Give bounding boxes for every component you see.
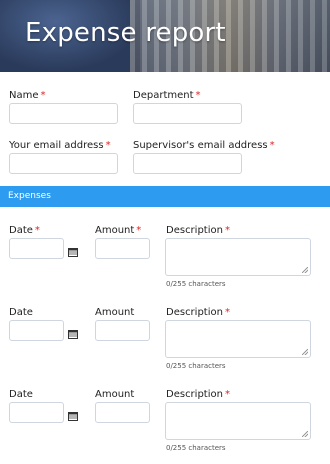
supervisor-email-label: Supervisor's email address * <box>133 140 275 151</box>
date-label: Date <box>9 307 33 318</box>
date-label: Date * <box>9 225 40 236</box>
description-textarea[interactable] <box>165 320 311 358</box>
resize-grip-icon[interactable] <box>302 267 308 273</box>
name-label: Name * <box>9 90 46 101</box>
email-label: Your email address * <box>9 140 111 151</box>
char-count: 0/255 characters <box>166 280 226 288</box>
amount-label: Amount * <box>95 225 141 236</box>
amount-label: Amount <box>95 307 134 318</box>
amount-input[interactable] <box>95 402 150 423</box>
description-label-text: Description <box>166 225 223 236</box>
amount-label-text: Amount <box>95 307 135 318</box>
description-textarea[interactable] <box>165 238 311 276</box>
description-textarea[interactable] <box>165 402 311 440</box>
amount-label-text: Amount <box>95 225 135 236</box>
email-input[interactable] <box>9 153 118 174</box>
required-asterisk: * <box>224 225 230 236</box>
description-label: Description * <box>166 307 230 318</box>
header-banner: Expense report <box>0 0 330 72</box>
amount-input[interactable] <box>95 238 150 259</box>
description-label-text: Description <box>166 389 223 400</box>
department-input[interactable] <box>133 103 242 124</box>
department-label: Department * <box>133 90 201 101</box>
supervisor-email-input[interactable] <box>133 153 242 174</box>
date-label-text: Date <box>9 389 33 400</box>
required-asterisk: * <box>224 307 230 318</box>
date-label-text: Date <box>9 307 33 318</box>
date-input[interactable] <box>9 238 64 259</box>
date-label-text: Date <box>9 225 33 236</box>
required-asterisk: * <box>136 225 142 236</box>
expenses-section-header: Expenses <box>0 186 330 207</box>
char-count: 0/255 characters <box>166 444 226 452</box>
resize-grip-icon[interactable] <box>302 431 308 437</box>
date-input[interactable] <box>9 402 64 423</box>
amount-label-text: Amount <box>95 389 135 400</box>
amount-input[interactable] <box>95 320 150 341</box>
char-count: 0/255 characters <box>166 362 226 370</box>
description-label-text: Description <box>166 307 223 318</box>
name-input[interactable] <box>9 103 118 124</box>
required-asterisk: * <box>224 389 230 400</box>
amount-label: Amount <box>95 389 134 400</box>
description-label: Description * <box>166 389 230 400</box>
page-title: Expense report <box>25 18 226 48</box>
calendar-icon[interactable] <box>68 242 78 257</box>
calendar-icon[interactable] <box>68 406 78 421</box>
resize-grip-icon[interactable] <box>302 349 308 355</box>
calendar-icon[interactable] <box>68 324 78 339</box>
date-input[interactable] <box>9 320 64 341</box>
description-label: Description * <box>166 225 230 236</box>
required-asterisk: * <box>34 225 40 236</box>
date-label: Date <box>9 389 33 400</box>
